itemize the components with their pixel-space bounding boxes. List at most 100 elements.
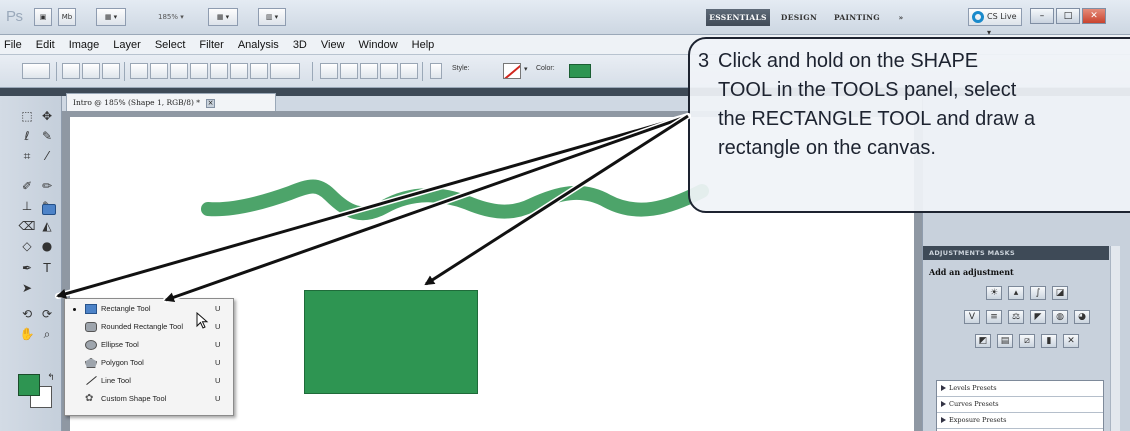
flyout-item-line-tool[interactable]: Line Tool U — [65, 373, 233, 389]
custom-shape-icon[interactable] — [270, 63, 300, 79]
curves-icon[interactable]: ∫ — [1030, 286, 1046, 300]
menu-select[interactable]: Select — [148, 35, 193, 55]
menu-edit[interactable]: Edit — [29, 35, 62, 55]
ellipse-icon[interactable] — [210, 63, 228, 79]
quick-selection-tool-icon[interactable]: ✎ — [36, 126, 58, 146]
menu-image[interactable]: Image — [62, 35, 107, 55]
subtract-shape-icon[interactable] — [360, 63, 378, 79]
hue-saturation-icon[interactable]: ≡ — [986, 310, 1002, 324]
flyout-item-polygon-tool[interactable]: Polygon Tool U — [65, 355, 233, 371]
workspace-more[interactable]: » — [890, 9, 912, 26]
menu-layer[interactable]: Layer — [106, 35, 148, 55]
line-icon[interactable] — [250, 63, 268, 79]
intersect-shape-icon[interactable] — [380, 63, 398, 79]
workspace-essentials[interactable]: ESSENTIALS — [706, 9, 770, 26]
invert-icon[interactable]: ◩ — [975, 334, 991, 348]
workspace-painting[interactable]: PAINTING — [826, 9, 888, 26]
healing-brush-icon[interactable]: ✐ — [16, 176, 38, 196]
posterize-icon[interactable]: ▤ — [997, 334, 1013, 348]
selective-color-icon[interactable]: ✕ — [1063, 334, 1079, 348]
workspace-design[interactable]: DESIGN — [774, 9, 824, 26]
channel-mixer-icon[interactable]: ◕ — [1074, 310, 1090, 324]
zoom-tool-icon[interactable]: ⌕ — [36, 324, 58, 344]
exclude-shape-icon[interactable] — [400, 63, 418, 79]
screen-mode-button[interactable]: ▥ ▾ — [258, 8, 286, 26]
rounded-rectangle-icon[interactable] — [190, 63, 208, 79]
new-shape-layer-icon[interactable] — [320, 63, 338, 79]
color-balance-icon[interactable]: ⚖ — [1008, 310, 1024, 324]
exposure-icon[interactable]: ◪ — [1052, 286, 1068, 300]
list-item[interactable]: Levels Presets — [937, 381, 1103, 397]
flyout-item-ellipse-tool[interactable]: Ellipse Tool U — [65, 337, 233, 353]
minibridge-button[interactable]: Mb — [58, 8, 76, 26]
menu-3d[interactable]: 3D — [286, 35, 314, 55]
lasso-tool-icon[interactable]: ℓ — [16, 126, 38, 146]
black-white-icon[interactable]: ◤ — [1030, 310, 1046, 324]
document-tab[interactable]: Intro @ 185% (Shape 1, RGB/8) * × — [66, 93, 276, 111]
eyedropper-tool-icon[interactable]: ⁄ — [36, 146, 58, 166]
foreground-color-swatch[interactable] — [18, 374, 40, 396]
list-item[interactable]: Curves Presets — [937, 397, 1103, 413]
rectangle-icon[interactable] — [170, 63, 188, 79]
gradient-tool-icon[interactable]: ◭ — [36, 216, 58, 236]
fill-pixels-icon[interactable] — [102, 63, 120, 79]
photo-filter-icon[interactable]: ◍ — [1052, 310, 1068, 324]
eraser-tool-icon[interactable]: ⌫ — [16, 216, 38, 236]
freeform-pen-icon[interactable] — [150, 63, 168, 79]
zoom-level[interactable]: 185% ▾ — [158, 8, 204, 26]
polygon-icon[interactable] — [230, 63, 248, 79]
swap-colors-icon[interactable]: ↰ — [40, 368, 62, 388]
blur-tool-icon[interactable]: ◇ — [16, 236, 38, 256]
panel-scrollbar[interactable] — [1110, 246, 1120, 431]
green-rectangle-shape[interactable] — [304, 290, 478, 394]
maximize-button[interactable]: □ — [1056, 8, 1080, 24]
close-button[interactable]: ✕ — [1082, 8, 1106, 24]
crop-tool-icon[interactable]: ⌗ — [16, 146, 38, 166]
view-extras-button[interactable]: ▦ ▾ — [96, 8, 126, 26]
style-dropdown-arrow[interactable]: ▾ — [524, 65, 528, 73]
add-to-shape-icon[interactable] — [340, 63, 358, 79]
menu-view[interactable]: View — [314, 35, 352, 55]
vibrance-icon[interactable]: V — [964, 310, 980, 324]
color-swatch[interactable] — [569, 64, 591, 78]
close-tab-icon[interactable]: × — [206, 98, 216, 108]
list-item[interactable]: Exposure Presets — [937, 413, 1103, 429]
cs-live-button[interactable]: CS Live ▾ — [968, 8, 1022, 37]
menu-window[interactable]: Window — [352, 35, 405, 55]
shape-layers-icon[interactable] — [62, 63, 80, 79]
flyout-item-label: Rectangle Tool — [101, 304, 151, 313]
arrange-documents-button[interactable]: ▦ ▾ — [208, 8, 238, 26]
levels-icon[interactable]: ▴ — [1008, 286, 1024, 300]
tool-preset-picker[interactable] — [22, 63, 50, 79]
menu-help[interactable]: Help — [405, 35, 442, 55]
gradient-map-icon[interactable]: ▮ — [1041, 334, 1057, 348]
pen-icon[interactable] — [130, 63, 148, 79]
adjustments-panel-tabs[interactable]: ADJUSTMENTS MASKS — [923, 246, 1109, 260]
clone-stamp-icon[interactable]: ⊥ — [16, 196, 38, 216]
marquee-tool-icon[interactable]: ⬚ — [16, 106, 38, 126]
menu-filter[interactable]: Filter — [192, 35, 230, 55]
type-tool-icon[interactable]: T — [36, 258, 58, 278]
minimize-button[interactable]: – — [1030, 8, 1054, 24]
threshold-icon[interactable]: ⧄ — [1019, 334, 1035, 348]
link-icon[interactable] — [430, 63, 442, 79]
paths-icon[interactable] — [82, 63, 100, 79]
flyout-item-custom-shape-tool[interactable]: ✿ Custom Shape Tool U — [65, 391, 233, 407]
style-label: Style: — [452, 65, 470, 72]
hand-tool-icon[interactable]: ✋ — [16, 324, 38, 344]
move-tool-icon[interactable]: ✥ — [36, 106, 58, 126]
bridge-button[interactable]: ▣ — [34, 8, 52, 26]
dodge-tool-icon[interactable]: ● — [36, 236, 58, 256]
3d-orbit-icon[interactable]: ⟳ — [36, 304, 58, 324]
brush-tool-icon[interactable]: ✏ — [36, 176, 58, 196]
menu-analysis[interactable]: Analysis — [231, 35, 286, 55]
style-picker[interactable] — [503, 63, 521, 79]
tools-panel: ⬚ ✥ ℓ ✎ ⌗ ⁄ ✐ ✏ ⊥ ✎ ⌫ ◭ ◇ ● ✒ T ➤ ⟲ ⟳ ✋ … — [0, 96, 62, 431]
pen-tool-icon[interactable]: ✒ — [16, 258, 38, 278]
menu-file[interactable]: File — [0, 35, 29, 55]
brightness-icon[interactable]: ☀ — [986, 286, 1002, 300]
shape-tool-button[interactable] — [42, 204, 56, 215]
path-selection-icon[interactable]: ➤ — [16, 278, 38, 298]
3d-rotate-icon[interactable]: ⟲ — [16, 304, 38, 324]
callout-text: 3 Click and hold on the SHAPE TOOL in th… — [698, 47, 1130, 163]
